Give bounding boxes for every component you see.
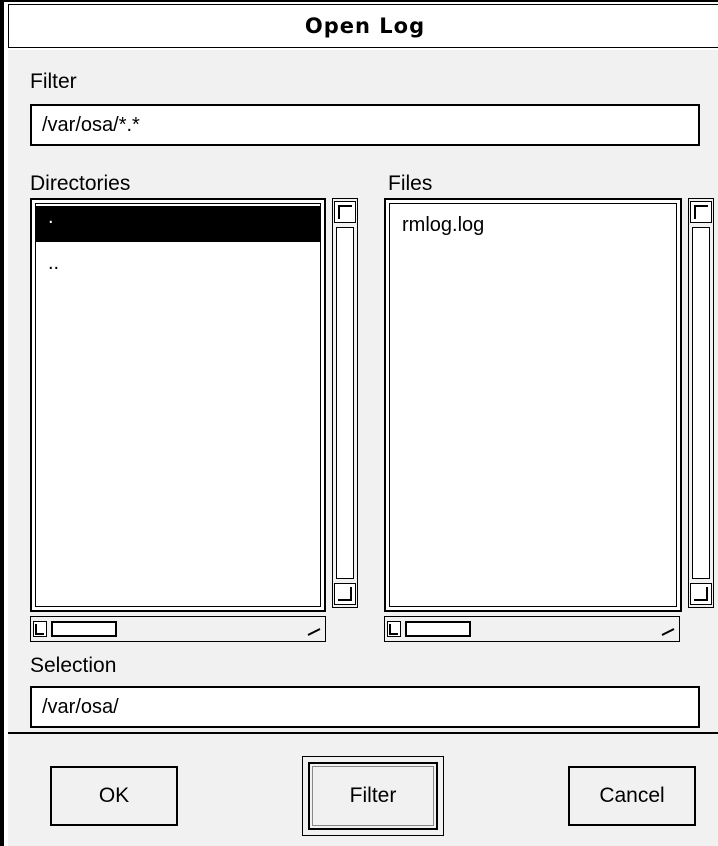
scroll-left-arrow-icon[interactable] <box>387 621 401 637</box>
ok-button-label: OK <box>98 784 130 807</box>
dialog-title: Open Log <box>304 14 426 38</box>
directories-label: Directories <box>30 172 131 195</box>
cancel-button[interactable]: Cancel <box>568 766 696 826</box>
filter-button-label: Filter <box>349 784 397 807</box>
open-log-dialog: Open Log Filter /var/osa/*.* Directories… <box>0 0 718 846</box>
scroll-left-arrow-icon[interactable] <box>33 621 47 637</box>
directory-item-current[interactable]: . <box>36 206 320 242</box>
scroll-right-arrow-icon[interactable] <box>661 621 675 637</box>
files-label: Files <box>388 172 433 195</box>
files-list[interactable]: rmlog.log <box>384 198 682 612</box>
directories-horizontal-thumb[interactable] <box>51 621 117 637</box>
selection-input-value: /var/osa/ <box>42 695 119 718</box>
filter-input[interactable]: /var/osa/*.* <box>30 104 700 146</box>
filter-button[interactable]: Filter <box>308 762 438 830</box>
directories-scroll-thumb[interactable] <box>336 227 354 579</box>
directories-vertical-scrollbar[interactable] <box>332 198 358 608</box>
scroll-down-arrow-icon[interactable] <box>690 583 712 605</box>
files-list-frame <box>389 203 677 607</box>
directories-list[interactable]: . .. <box>30 198 326 612</box>
dialog-title-bar: Open Log <box>8 4 718 48</box>
cancel-button-label: Cancel <box>599 784 665 807</box>
file-item[interactable]: rmlog.log <box>390 214 676 250</box>
selection-label: Selection <box>30 654 117 677</box>
files-horizontal-scrollbar[interactable] <box>384 616 680 642</box>
directories-horizontal-scrollbar[interactable] <box>30 616 326 642</box>
files-scroll-thumb[interactable] <box>692 227 710 579</box>
directory-item-label: . <box>48 206 54 228</box>
filter-input-value: /var/osa/*.* <box>42 113 140 136</box>
filter-label: Filter <box>30 70 77 93</box>
file-item-label: rmlog.log <box>402 214 485 236</box>
scroll-down-arrow-icon[interactable] <box>334 583 356 605</box>
ok-button[interactable]: OK <box>50 766 178 826</box>
directory-item-label: .. <box>48 252 60 274</box>
files-horizontal-thumb[interactable] <box>405 621 471 637</box>
scroll-right-arrow-icon[interactable] <box>307 621 321 637</box>
scroll-up-arrow-icon[interactable] <box>690 201 712 223</box>
directory-item-parent[interactable]: .. <box>36 252 320 288</box>
files-vertical-scrollbar[interactable] <box>688 198 714 608</box>
scroll-up-arrow-icon[interactable] <box>334 201 356 223</box>
selection-input[interactable]: /var/osa/ <box>30 686 700 728</box>
